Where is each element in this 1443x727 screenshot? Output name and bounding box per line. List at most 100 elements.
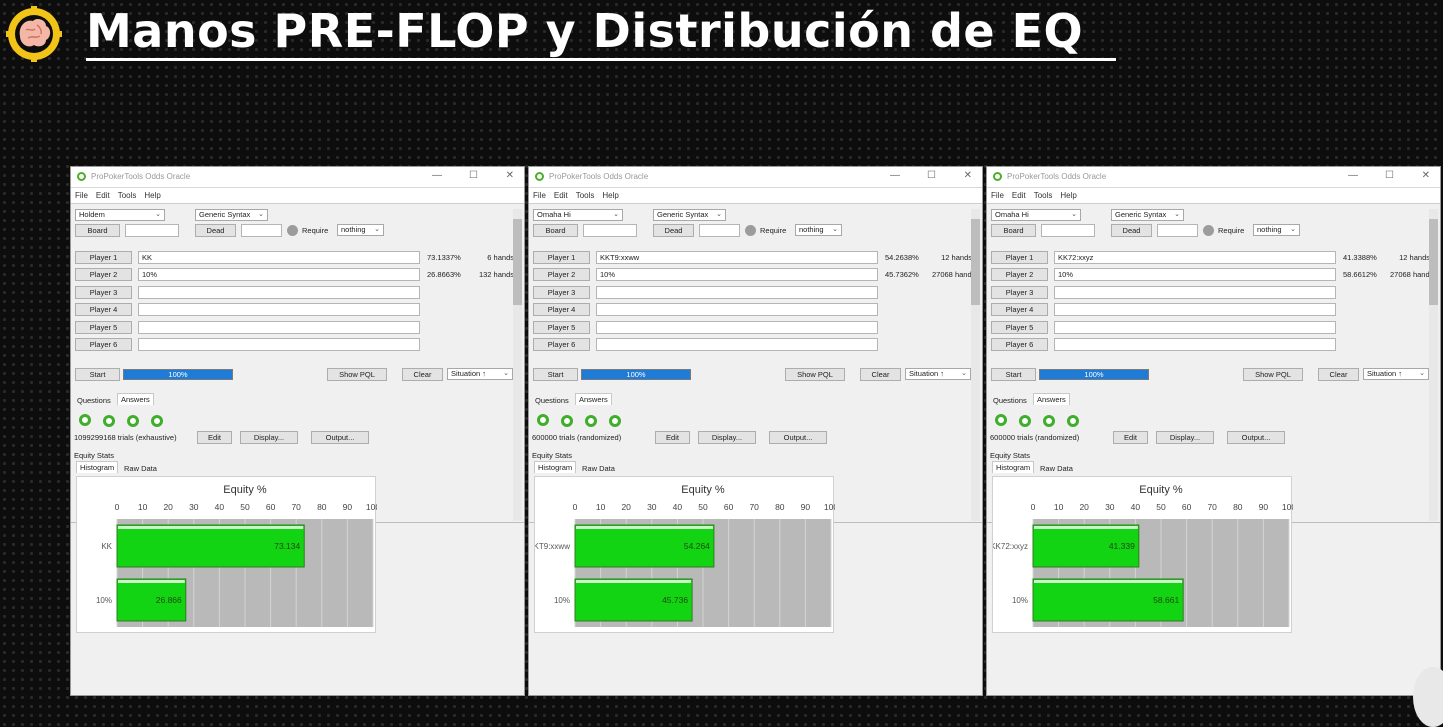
- maximize-icon[interactable]: ☐: [469, 170, 478, 181]
- player-6-button[interactable]: Player 6: [991, 338, 1048, 351]
- situation-select[interactable]: Situation ↑ ⌄: [447, 368, 513, 380]
- output-button[interactable]: Output...: [769, 431, 827, 444]
- answer-circle-icon[interactable]: [1043, 415, 1055, 427]
- player-2-hand-input[interactable]: 10%: [596, 268, 878, 282]
- show-pql-button[interactable]: Show PQL: [785, 368, 845, 381]
- menu-help[interactable]: Help: [1060, 188, 1076, 203]
- subtab-raw-data[interactable]: Raw Data: [579, 463, 618, 474]
- board-button[interactable]: Board: [991, 224, 1036, 237]
- start-button[interactable]: Start: [75, 368, 120, 381]
- player-1-hand-input[interactable]: KK72:xxyz: [1054, 251, 1336, 264]
- menu-tools[interactable]: Tools: [118, 188, 137, 203]
- answer-circle-icon[interactable]: [995, 414, 1007, 426]
- require-indicator[interactable]: [1203, 225, 1214, 236]
- scrollbar-thumb[interactable]: [513, 219, 522, 305]
- player-4-hand-input[interactable]: [138, 303, 420, 317]
- syntax-select[interactable]: Generic Syntax ⌄: [195, 209, 268, 221]
- syntax-select[interactable]: Generic Syntax ⌄: [1111, 209, 1184, 221]
- tab-questions[interactable]: Questions: [74, 395, 114, 406]
- dead-button[interactable]: Dead: [195, 224, 236, 237]
- display-button[interactable]: Display...: [1156, 431, 1214, 444]
- tab-questions[interactable]: Questions: [532, 395, 572, 406]
- tab-answers[interactable]: Answers: [575, 393, 612, 405]
- output-button[interactable]: Output...: [1227, 431, 1285, 444]
- require-indicator[interactable]: [745, 225, 756, 236]
- menu-tools[interactable]: Tools: [1034, 188, 1053, 203]
- player-4-button[interactable]: Player 4: [991, 303, 1048, 317]
- require-select[interactable]: nothing ⌄: [795, 224, 842, 236]
- board-input[interactable]: [1041, 224, 1095, 237]
- player-6-button[interactable]: Player 6: [533, 338, 590, 351]
- display-button[interactable]: Display...: [698, 431, 756, 444]
- maximize-icon[interactable]: ☐: [927, 170, 936, 181]
- syntax-select[interactable]: Generic Syntax ⌄: [653, 209, 726, 221]
- minimize-icon[interactable]: —: [890, 170, 900, 181]
- player-5-hand-input[interactable]: [596, 320, 878, 334]
- player-1-hand-input[interactable]: KK: [138, 251, 420, 264]
- require-select[interactable]: nothing ⌄: [337, 224, 384, 236]
- close-icon[interactable]: ✕: [506, 170, 514, 181]
- game-select[interactable]: Omaha Hi ⌄: [533, 209, 623, 221]
- player-3-button[interactable]: Player 3: [991, 285, 1048, 299]
- player-3-button[interactable]: Player 3: [75, 285, 132, 299]
- subtab-histogram[interactable]: Histogram: [76, 461, 119, 473]
- clear-button[interactable]: Clear: [1318, 368, 1359, 381]
- answer-circle-icon[interactable]: [561, 415, 573, 427]
- player-2-button[interactable]: Player 2: [991, 268, 1048, 282]
- player-1-button[interactable]: Player 1: [75, 251, 132, 264]
- require-indicator[interactable]: [287, 225, 298, 236]
- display-button[interactable]: Display...: [240, 431, 298, 444]
- window-titlebar[interactable]: ProPokerTools Odds Oracle — ☐ ✕: [71, 167, 524, 188]
- dead-input[interactable]: [1157, 224, 1198, 237]
- minimize-icon[interactable]: —: [1348, 170, 1358, 181]
- player-3-hand-input[interactable]: [1054, 285, 1336, 299]
- subtab-raw-data[interactable]: Raw Data: [1037, 463, 1076, 474]
- clear-button[interactable]: Clear: [402, 368, 443, 381]
- player-5-button[interactable]: Player 5: [533, 320, 590, 334]
- maximize-icon[interactable]: ☐: [1385, 170, 1394, 181]
- dead-input[interactable]: [241, 224, 282, 237]
- subtab-histogram[interactable]: Histogram: [992, 461, 1035, 473]
- player-1-button[interactable]: Player 1: [533, 251, 590, 264]
- scrollbar-thumb[interactable]: [1429, 219, 1438, 305]
- player-1-hand-input[interactable]: KKT9:xxww: [596, 251, 878, 264]
- output-button[interactable]: Output...: [311, 431, 369, 444]
- show-pql-button[interactable]: Show PQL: [327, 368, 387, 381]
- answer-circle-icon[interactable]: [1019, 415, 1031, 427]
- window-titlebar[interactable]: ProPokerTools Odds Oracle — ☐ ✕: [987, 167, 1440, 188]
- answer-circle-icon[interactable]: [127, 415, 139, 427]
- menu-file[interactable]: File: [991, 188, 1004, 203]
- edit-button[interactable]: Edit: [655, 431, 690, 444]
- player-2-hand-input[interactable]: 10%: [1054, 268, 1336, 282]
- answer-circle-icon[interactable]: [609, 415, 621, 427]
- player-6-button[interactable]: Player 6: [75, 338, 132, 351]
- start-button[interactable]: Start: [991, 368, 1036, 381]
- player-5-button[interactable]: Player 5: [991, 320, 1048, 334]
- dead-button[interactable]: Dead: [1111, 224, 1152, 237]
- player-3-button[interactable]: Player 3: [533, 285, 590, 299]
- tab-answers[interactable]: Answers: [117, 393, 154, 405]
- menu-help[interactable]: Help: [144, 188, 160, 203]
- menu-tools[interactable]: Tools: [576, 188, 595, 203]
- tab-questions[interactable]: Questions: [990, 395, 1030, 406]
- edit-button[interactable]: Edit: [1113, 431, 1148, 444]
- subtab-raw-data[interactable]: Raw Data: [121, 463, 160, 474]
- answer-circle-icon[interactable]: [151, 415, 163, 427]
- player-4-button[interactable]: Player 4: [75, 303, 132, 317]
- start-button[interactable]: Start: [533, 368, 578, 381]
- dead-button[interactable]: Dead: [653, 224, 694, 237]
- tab-answers[interactable]: Answers: [1033, 393, 1070, 405]
- player-1-button[interactable]: Player 1: [991, 251, 1048, 264]
- require-select[interactable]: nothing ⌄: [1253, 224, 1300, 236]
- player-4-hand-input[interactable]: [596, 303, 878, 317]
- menu-edit[interactable]: Edit: [1012, 188, 1026, 203]
- menu-file[interactable]: File: [75, 188, 88, 203]
- player-4-hand-input[interactable]: [1054, 303, 1336, 317]
- menu-file[interactable]: File: [533, 188, 546, 203]
- player-3-hand-input[interactable]: [138, 285, 420, 299]
- player-6-hand-input[interactable]: [1054, 338, 1336, 351]
- board-button[interactable]: Board: [533, 224, 578, 237]
- board-input[interactable]: [125, 224, 179, 237]
- answer-circle-icon[interactable]: [79, 414, 91, 426]
- player-6-hand-input[interactable]: [596, 338, 878, 351]
